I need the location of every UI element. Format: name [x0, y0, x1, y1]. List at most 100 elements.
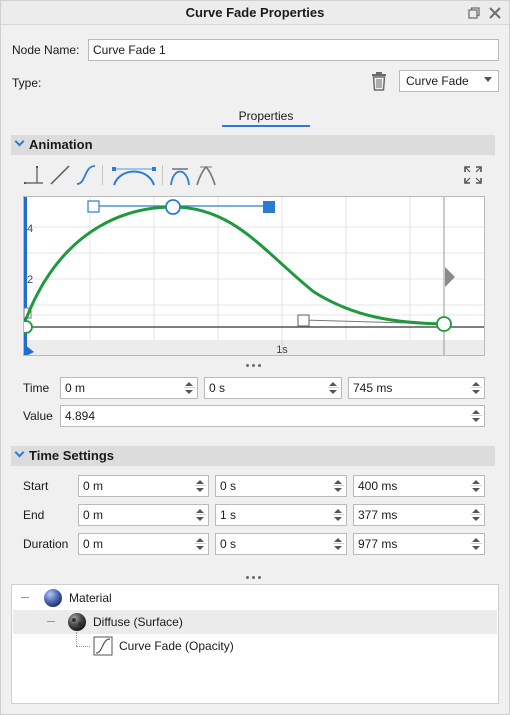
spinner-arrows-icon[interactable]: [195, 507, 205, 523]
tab-properties[interactable]: Properties: [222, 107, 310, 127]
spinner-arrows-icon[interactable]: [471, 380, 481, 396]
chevron-down-icon: [484, 77, 492, 82]
duration-minutes-spinner[interactable]: 0 m: [78, 533, 209, 555]
duration-seconds-value: 0 s: [220, 537, 237, 551]
start-seconds-spinner[interactable]: 0 s: [215, 475, 347, 497]
tree-item-diffuse[interactable]: Diffuse (Surface): [13, 610, 497, 634]
spinner-arrows-icon[interactable]: [471, 408, 481, 424]
trash-icon[interactable]: [368, 70, 390, 92]
chevron-down-icon: [14, 136, 25, 147]
duration-milliseconds-spinner[interactable]: 977 ms: [353, 533, 485, 555]
animation-section-title: Animation: [29, 137, 93, 152]
end-seconds-spinner[interactable]: 1 s: [215, 504, 347, 526]
curve-graph[interactable]: 1s 4 2: [23, 196, 485, 356]
tree-item-curve-fade[interactable]: Curve Fade (Opacity): [13, 632, 497, 658]
end-minutes-spinner[interactable]: 0 m: [78, 504, 209, 526]
tree-item-label: Curve Fade (Opacity): [119, 639, 234, 653]
spinner-arrows-icon[interactable]: [333, 478, 343, 494]
keyframe-point[interactable]: [436, 316, 452, 332]
close-icon[interactable]: [486, 4, 504, 22]
duration-label: Duration: [23, 537, 69, 551]
y-tick-label: 4: [27, 223, 33, 235]
y-tick-label: 2: [27, 274, 33, 286]
tree-connector: [76, 632, 77, 646]
collapse-icon[interactable]: [47, 621, 55, 622]
keyframe-point-selected[interactable]: [165, 199, 181, 215]
start-milliseconds-value: 400 ms: [358, 479, 398, 493]
time-milliseconds-value: 745 ms: [353, 381, 393, 395]
duration-milliseconds-value: 977 ms: [358, 537, 398, 551]
value-spinner[interactable]: 4.894: [60, 405, 485, 427]
time-label: Time: [23, 381, 50, 395]
tree-connector: [76, 646, 90, 647]
diffuse-sphere-icon: [67, 612, 87, 632]
value-label: Value: [23, 409, 53, 423]
bezier-smooth-icon[interactable]: [168, 163, 192, 187]
type-dropdown-value: Curve Fade: [406, 74, 469, 88]
tree-item-label: Material: [69, 591, 112, 605]
bezier-corner-icon[interactable]: [194, 163, 218, 187]
window-title: Curve Fade Properties: [185, 5, 325, 20]
spinner-arrows-icon[interactable]: [195, 536, 205, 552]
tangent-handle[interactable]: [297, 314, 310, 327]
time-minutes-value: 0 m: [65, 381, 86, 395]
node-name-field[interactable]: Curve Fade 1: [88, 39, 499, 61]
spinner-arrows-icon[interactable]: [328, 380, 338, 396]
keyframe-point[interactable]: [24, 320, 33, 334]
spinner-arrows-icon[interactable]: [333, 536, 343, 552]
end-label: End: [23, 508, 45, 522]
end-marker-handle[interactable]: [445, 267, 455, 287]
duration-seconds-spinner[interactable]: 0 s: [215, 533, 347, 555]
duration-minutes-value: 0 m: [83, 537, 104, 551]
splitter-handle[interactable]: [246, 575, 266, 581]
material-sphere-icon: [43, 588, 63, 608]
time-seconds-value: 0 s: [209, 381, 226, 395]
spinner-arrows-icon[interactable]: [333, 507, 343, 523]
end-minutes-value: 0 m: [83, 508, 104, 522]
curve-graph-canvas[interactable]: 1s 4 2: [24, 197, 485, 356]
spinner-arrows-icon[interactable]: [471, 507, 481, 523]
tangent-handle-left[interactable]: [87, 200, 100, 213]
spinner-arrows-icon[interactable]: [471, 478, 481, 494]
s-curve-icon[interactable]: [74, 163, 98, 187]
curve-fade-icon: [93, 636, 113, 656]
ease-in-out-icon[interactable]: [110, 163, 158, 187]
linear-icon[interactable]: [48, 163, 72, 187]
type-dropdown[interactable]: Curve Fade: [399, 70, 499, 92]
toolbar-separator: [162, 165, 163, 185]
start-label: Start: [23, 479, 49, 493]
animation-section-header[interactable]: Animation: [11, 135, 495, 155]
collapse-icon[interactable]: [21, 597, 29, 598]
time-milliseconds-spinner[interactable]: 745 ms: [348, 377, 485, 399]
tree-item-label: Diffuse (Surface): [93, 615, 183, 629]
value-field: 4.894: [65, 409, 96, 423]
splitter-handle[interactable]: [246, 363, 266, 369]
toolbar-separator: [102, 165, 103, 185]
node-name-label: Node Name:: [12, 43, 80, 57]
title-bar: Curve Fade Properties: [1, 1, 509, 25]
spinner-arrows-icon[interactable]: [184, 380, 194, 396]
spinner-arrows-icon[interactable]: [195, 478, 205, 494]
time-settings-section-title: Time Settings: [29, 448, 115, 463]
step-icon[interactable]: [22, 163, 46, 187]
restore-window-icon[interactable]: [465, 4, 483, 22]
end-seconds-value: 1 s: [220, 508, 237, 522]
end-milliseconds-spinner[interactable]: 377 ms: [353, 504, 485, 526]
time-seconds-spinner[interactable]: 0 s: [204, 377, 342, 399]
end-milliseconds-value: 377 ms: [358, 508, 398, 522]
graph-grid: [24, 197, 484, 340]
spinner-arrows-icon[interactable]: [471, 536, 481, 552]
material-tree[interactable]: Material Diffuse (Surface) Curve Fade (O…: [11, 584, 499, 704]
fit-view-icon[interactable]: [461, 163, 485, 187]
start-minutes-spinner[interactable]: 0 m: [78, 475, 209, 497]
type-label: Type:: [12, 76, 42, 90]
time-ruler[interactable]: [24, 340, 485, 356]
time-minutes-spinner[interactable]: 0 m: [60, 377, 198, 399]
fade-curve[interactable]: [24, 205, 445, 326]
start-milliseconds-spinner[interactable]: 400 ms: [353, 475, 485, 497]
tangent-handle-right[interactable]: [263, 201, 275, 213]
start-minutes-value: 0 m: [83, 479, 104, 493]
start-seconds-value: 0 s: [220, 479, 237, 493]
time-settings-section-header[interactable]: Time Settings: [11, 446, 495, 466]
tree-item-material[interactable]: Material: [13, 586, 497, 610]
